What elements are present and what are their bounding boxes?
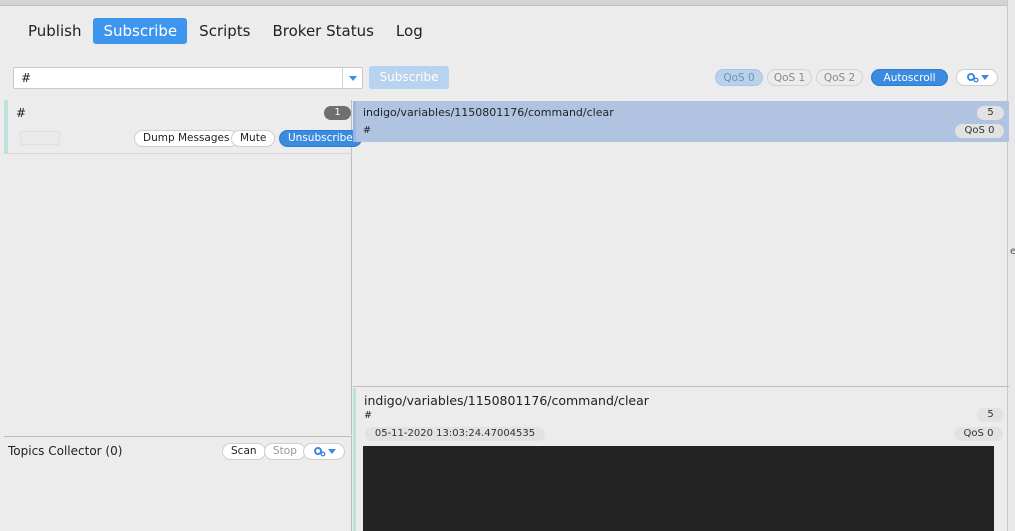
settings-dropdown-button[interactable] bbox=[956, 69, 998, 86]
tab-publish[interactable]: Publish bbox=[18, 18, 91, 44]
window-top-strip bbox=[0, 0, 1015, 6]
caret-down-icon bbox=[327, 449, 336, 454]
payload-viewer[interactable] bbox=[363, 446, 994, 531]
tab-broker-status[interactable]: Broker Status bbox=[263, 18, 384, 44]
subscription-topic: # bbox=[16, 106, 27, 120]
message-list: indigo/variables/1150801176/command/clea… bbox=[353, 100, 1009, 387]
tab-subscribe[interactable]: Subscribe bbox=[93, 18, 188, 44]
mute-button[interactable]: Mute bbox=[231, 130, 276, 147]
message-count-badge: 1 bbox=[324, 106, 351, 120]
dump-messages-button[interactable]: Dump Messages bbox=[134, 130, 239, 147]
detail-filter: # bbox=[364, 410, 372, 421]
subscriptions-panel: # 1 Dump Messages Mute Unsubscribe bbox=[4, 100, 362, 435]
gear-icon bbox=[966, 73, 978, 83]
message-qos: QoS 0 bbox=[955, 124, 1004, 138]
topic-input[interactable] bbox=[14, 68, 344, 88]
edge-text-fragment: e bbox=[1010, 246, 1015, 257]
message-row[interactable]: indigo/variables/1150801176/command/clea… bbox=[353, 101, 1009, 142]
qos1-toggle[interactable]: QoS 1 bbox=[767, 69, 812, 86]
gear-icon bbox=[313, 447, 325, 457]
qos0-toggle[interactable]: QoS 0 bbox=[715, 69, 763, 86]
topic-dropdown-button[interactable] bbox=[342, 68, 362, 88]
stop-button[interactable]: Stop bbox=[264, 443, 306, 460]
tab-scripts[interactable]: Scripts bbox=[189, 18, 260, 44]
detail-topic: indigo/variables/1150801176/command/clea… bbox=[364, 393, 649, 408]
message-count: 5 bbox=[977, 106, 1004, 120]
tab-log[interactable]: Log bbox=[386, 18, 433, 44]
caret-down-icon bbox=[980, 75, 989, 80]
message-filter: # bbox=[363, 125, 371, 136]
main-nav: Publish Subscribe Scripts Broker Status … bbox=[18, 18, 435, 44]
autoscroll-button[interactable]: Autoscroll bbox=[871, 69, 948, 86]
topics-collector-title: Topics Collector (0) bbox=[8, 444, 123, 458]
topic-combobox[interactable] bbox=[13, 67, 363, 89]
detail-qos: QoS 0 bbox=[954, 427, 1003, 441]
topics-collector: Topics Collector (0) Scan Stop bbox=[4, 436, 352, 531]
color-selector[interactable] bbox=[20, 131, 60, 145]
detail-timestamp: 05-11-2020 13:03:24.47004535 bbox=[365, 427, 545, 441]
qos2-toggle[interactable]: QoS 2 bbox=[816, 69, 863, 86]
subscription-item[interactable]: # 1 Dump Messages Mute Unsubscribe bbox=[4, 100, 362, 154]
unsubscribe-button[interactable]: Unsubscribe bbox=[279, 130, 362, 147]
collector-settings-button[interactable] bbox=[303, 443, 345, 460]
message-topic: indigo/variables/1150801176/command/clea… bbox=[363, 106, 614, 119]
subscribe-button[interactable]: Subscribe bbox=[369, 66, 449, 89]
detail-count: 5 bbox=[977, 408, 1004, 422]
message-detail: indigo/variables/1150801176/command/clea… bbox=[353, 388, 1009, 531]
caret-down-icon bbox=[348, 75, 357, 81]
scan-button[interactable]: Scan bbox=[222, 443, 266, 460]
